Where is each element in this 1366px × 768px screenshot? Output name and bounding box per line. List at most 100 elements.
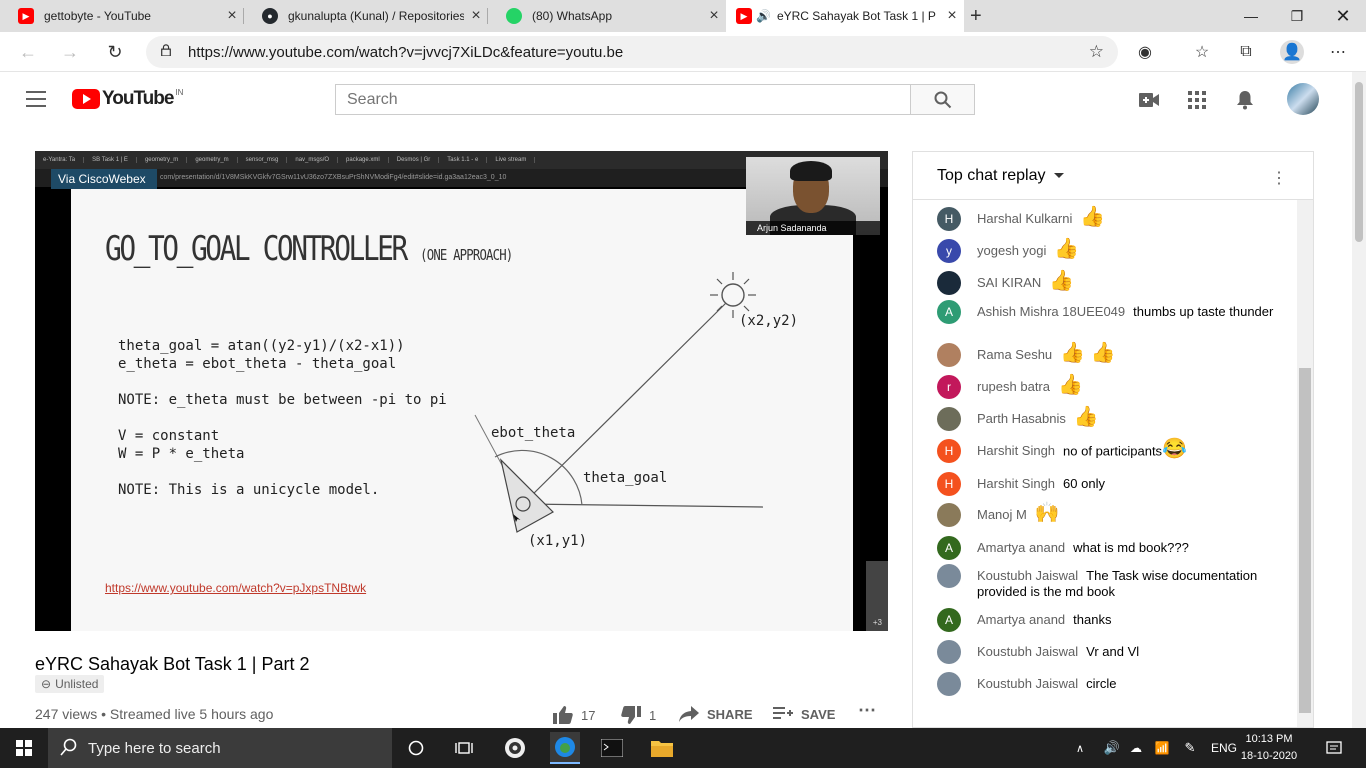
create-video-icon[interactable]: [1137, 88, 1161, 112]
chat-author-name: Harshit Singh: [977, 476, 1056, 491]
search-icon: [60, 738, 78, 760]
logo-region: IN: [175, 87, 184, 97]
chat-message: A Amartya anand thanks: [937, 608, 1297, 632]
github-icon: ●: [262, 8, 278, 24]
slide-link[interactable]: https://www.youtube.com/watch?v=pJxpsTNB…: [105, 581, 366, 595]
shared-screen-tab: Task 1.1 - e: [439, 157, 488, 163]
chat-mode-dropdown[interactable]: Top chat replay: [937, 167, 1064, 185]
youtube-icon: ▶: [736, 8, 752, 24]
favorites-icon[interactable]: ☆: [1190, 40, 1214, 64]
save-button[interactable]: SAVE: [773, 706, 835, 722]
chat-author-avatar: A: [937, 300, 961, 324]
close-icon[interactable]: ×: [220, 7, 244, 25]
share-label: SHARE: [707, 706, 753, 722]
close-icon[interactable]: ×: [702, 7, 726, 25]
tab-title: gkunalupta (Kunal) / Repositories: [288, 9, 464, 23]
search-button[interactable]: [910, 84, 975, 115]
file-explorer-icon[interactable]: [650, 736, 674, 760]
volume-icon[interactable]: 🔊: [1100, 736, 1124, 760]
speaker-icon[interactable]: 🔊: [756, 9, 771, 23]
menu-icon[interactable]: [26, 91, 46, 107]
back-button[interactable]: ←: [16, 40, 40, 64]
notifications-bell-icon[interactable]: [1233, 88, 1257, 112]
pen-icon[interactable]: ✎: [1178, 736, 1202, 760]
new-tab-button[interactable]: +: [970, 5, 982, 28]
dislike-button[interactable]: 1: [621, 706, 656, 724]
favorite-star-icon[interactable]: ☆: [1089, 42, 1104, 62]
chat-message: Manoj M 🙌: [937, 502, 1297, 527]
browser-tab-2[interactable]: ● gkunalupta (Kunal) / Repositories ×: [244, 0, 488, 32]
chat-author-name: Harshal Kulkarni: [977, 211, 1073, 227]
chat-message-text: thanks: [1073, 612, 1112, 627]
unlisted-label: Unlisted: [55, 677, 99, 691]
more-menu-icon[interactable]: ⋯: [1326, 40, 1350, 64]
goal-sun-icon: [710, 272, 756, 318]
like-count: 17: [581, 707, 596, 723]
chat-scrollbar[interactable]: [1297, 200, 1313, 727]
chat-message: H Harshit Singh 60 only: [937, 472, 1297, 496]
collections-icon[interactable]: ⧉: [1234, 40, 1258, 64]
chat-author-name: Parth Hasabnis: [977, 411, 1066, 427]
notifications-icon[interactable]: [1322, 736, 1346, 760]
maximize-button[interactable]: ❐: [1274, 0, 1320, 32]
chat-header: Top chat replay ⋮: [913, 152, 1313, 200]
shared-screen-tab: geometry_m: [137, 157, 188, 163]
clock-date: 18-10-2020: [1240, 750, 1298, 762]
extension-icon[interactable]: ◉: [1133, 40, 1157, 64]
video-player[interactable]: e-Yantra: Ta SB Task 1 | Egeometry_m geome…: [35, 151, 888, 631]
profile-icon[interactable]: 👤: [1280, 40, 1304, 64]
playlist-add-icon: [773, 707, 793, 719]
view-count: 247 views • Streamed live 5 hours ago: [35, 706, 274, 722]
share-icon: [679, 706, 699, 722]
like-button[interactable]: 17: [553, 706, 595, 724]
tray-chevron-up-icon[interactable]: ∧: [1068, 736, 1092, 760]
forward-button[interactable]: →: [58, 40, 82, 64]
chat-author-avatar: [937, 503, 961, 527]
language-indicator[interactable]: ENG: [1210, 736, 1238, 760]
refresh-button[interactable]: ↻: [103, 40, 127, 64]
more-actions-icon[interactable]: ⋯: [858, 700, 876, 721]
taskbar-search-input[interactable]: Type here to search: [48, 728, 392, 768]
windows-start-icon[interactable]: [12, 736, 36, 760]
cortana-icon[interactable]: [404, 736, 428, 760]
chat-author-name: Manoj M: [977, 507, 1027, 523]
browser-tab-1[interactable]: ▶ gettobyte - YouTube ×: [0, 0, 244, 32]
clock-time: 10:13 PM: [1245, 733, 1293, 745]
apps-grid-icon[interactable]: [1185, 88, 1209, 112]
chat-mode-label: Top chat replay: [937, 166, 1046, 184]
chat-emoji: 🙌: [1034, 502, 1060, 524]
edge-browser-icon[interactable]: [550, 732, 580, 764]
chat-message-text: thumbs up taste thunder: [1133, 304, 1274, 319]
wifi-icon[interactable]: 📶: [1150, 736, 1174, 760]
close-window-button[interactable]: ✕: [1320, 0, 1366, 32]
ebot-theta-label: ebot_theta: [491, 425, 575, 441]
obs-app-icon[interactable]: [503, 736, 527, 760]
minimize-button[interactable]: —: [1228, 0, 1274, 32]
task-view-icon[interactable]: [452, 736, 476, 760]
close-icon[interactable]: ×: [940, 7, 964, 25]
search-input[interactable]: Search: [335, 84, 911, 115]
onedrive-icon[interactable]: ☁: [1124, 736, 1148, 760]
close-icon[interactable]: ×: [464, 7, 488, 25]
chat-author-avatar: H: [937, 439, 961, 463]
share-button[interactable]: SHARE: [679, 706, 753, 722]
shared-screen-tab: Desmos | Gr: [389, 157, 440, 163]
chat-author-name: Amartya anand: [977, 612, 1066, 627]
lock-icon: [161, 44, 171, 56]
browser-tab-3[interactable]: (80) WhatsApp ×: [488, 0, 726, 32]
thumbs-down-icon: [621, 706, 641, 724]
chat-message-text: 60 only: [1063, 476, 1105, 491]
youtube-logo[interactable]: YouTube IN: [72, 88, 183, 110]
chat-author-name: Koustubh Jaiswal: [977, 568, 1079, 583]
tab-title: gettobyte - YouTube: [44, 9, 151, 23]
more-vert-icon[interactable]: ⋮: [1271, 168, 1287, 188]
page-scrollbar[interactable]: [1352, 72, 1366, 728]
user-avatar[interactable]: [1287, 83, 1319, 115]
system-clock[interactable]: 10:13 PM 18-10-2020: [1236, 731, 1302, 765]
chat-message: H Harshal Kulkarni 👍: [937, 206, 1297, 231]
extra-participants: +3: [872, 618, 882, 627]
terminal-icon[interactable]: [600, 736, 624, 760]
chat-emoji: 👍: [1073, 406, 1099, 428]
url-input[interactable]: https://www.youtube.com/watch?v=jvvcj7Xi…: [146, 36, 1118, 68]
browser-tab-4-active[interactable]: ▶ 🔊 eYRC Sahayak Bot Task 1 | P ×: [726, 0, 964, 32]
